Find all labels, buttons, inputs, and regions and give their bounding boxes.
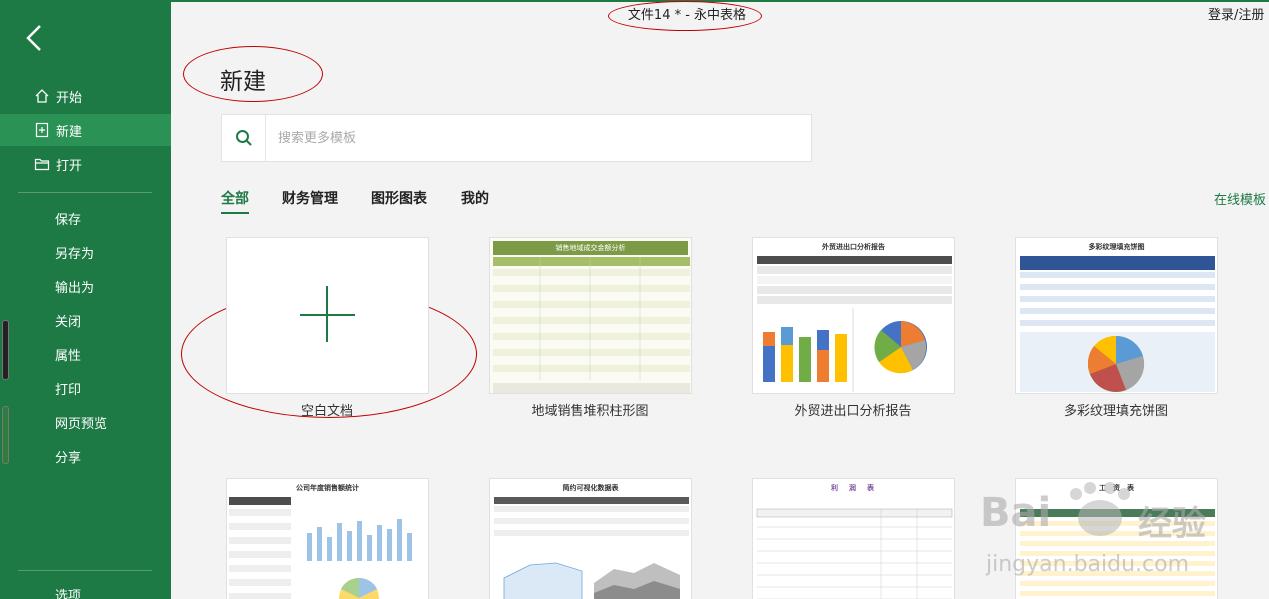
thumb-title: 简约可视化数据表: [562, 484, 619, 492]
thumbnail-payroll-image: [1020, 509, 1215, 596]
home-icon: [30, 87, 54, 105]
search-box: [221, 114, 812, 162]
template-label: 外贸进出口分析报告: [794, 404, 912, 419]
sidebar-item-label: 选项: [55, 588, 82, 599]
template-card-trade-report[interactable]: 外贸进出口分析报告: [752, 237, 955, 394]
sidebar-item-new[interactable]: 新建: [0, 114, 171, 146]
sidebar-item-label: 打印: [55, 382, 82, 398]
template-label: 地域销售堆积柱形图: [531, 404, 649, 419]
template-card-visual-data[interactable]: 简约可视化数据表: [489, 478, 692, 599]
sidebar-item-label: 关闭: [55, 314, 82, 330]
sidebar-item-label: 新建: [56, 124, 83, 140]
thumbnail-area-chart-image: [494, 497, 689, 599]
sidebar: 开始 新建 打开 保存 另存为 输出为 关闭 属性 打印 网页预览 分享 选项: [0, 0, 171, 599]
top-accent-line: [171, 0, 1269, 2]
login-link[interactable]: 登录/注册: [1208, 4, 1264, 23]
sidebar-item-label: 属性: [55, 348, 82, 364]
template-card-income-statement[interactable]: 利 润 表: [752, 478, 955, 599]
page-title: 新建: [220, 69, 266, 95]
sidebar-item-label: 打开: [56, 158, 83, 174]
thumb-title: 利 润 表: [831, 484, 876, 492]
sidebar-item-save-as[interactable]: 另存为: [0, 236, 171, 268]
sidebar-item-label: 网页预览: [55, 416, 108, 432]
tab-all[interactable]: 全部: [221, 188, 249, 214]
template-card-annual-sales[interactable]: 公司年度销售额统计: [226, 478, 429, 599]
thumb-title: 多彩纹理填充饼图: [1088, 243, 1145, 251]
scroll-handle[interactable]: [2, 320, 9, 380]
thumb-title: 公司年度销售额统计: [296, 484, 359, 492]
sidebar-divider: [18, 192, 152, 193]
sidebar-item-export[interactable]: 输出为: [0, 270, 171, 302]
folder-icon: [30, 155, 54, 173]
thumbnail-report-image: [757, 256, 952, 392]
tab-mine[interactable]: 我的: [461, 188, 489, 208]
online-templates-link[interactable]: 在线模板: [1214, 189, 1266, 208]
template-card-texture-pie[interactable]: 多彩纹理填充饼图: [1015, 237, 1218, 394]
template-card-blank[interactable]: [226, 237, 429, 394]
tab-finance[interactable]: 财务管理: [282, 188, 338, 208]
sidebar-item-label: 开始: [56, 90, 83, 106]
thumbnail-pie-image: [1020, 256, 1215, 392]
template-card-payroll[interactable]: 工 资 表: [1015, 478, 1218, 599]
template-label: 空白文档: [300, 404, 353, 419]
sidebar-item-options[interactable]: 选项: [0, 578, 171, 599]
sidebar-item-share[interactable]: 分享: [0, 440, 171, 472]
sidebar-divider: [18, 570, 152, 571]
plus-icon: [300, 286, 355, 342]
thumb-title: 工 资 表: [1099, 484, 1134, 492]
sidebar-item-save[interactable]: 保存: [0, 202, 171, 234]
sidebar-item-close[interactable]: 关闭: [0, 304, 171, 336]
thumbnail-table-image: [493, 257, 690, 393]
window-title: 文件14 * - 永中表格: [627, 8, 747, 23]
sidebar-item-label: 另存为: [55, 246, 95, 262]
sidebar-item-label: 分享: [55, 450, 82, 466]
search-icon[interactable]: [222, 115, 266, 161]
template-card-regional-sales[interactable]: 销售地域成交金额分析: [489, 237, 692, 394]
scroll-handle[interactable]: [2, 406, 9, 464]
sidebar-item-open[interactable]: 打开: [0, 148, 171, 180]
tab-charts[interactable]: 图形图表: [371, 188, 427, 208]
new-file-icon: [30, 121, 54, 139]
sidebar-item-label: 输出为: [55, 280, 95, 296]
sidebar-item-properties[interactable]: 属性: [0, 338, 171, 370]
search-input[interactable]: [278, 130, 778, 146]
back-arrow-icon[interactable]: [22, 22, 50, 54]
thumb-title: 销售地域成交金额分析: [493, 241, 688, 255]
thumb-title: 外贸进出口分析报告: [822, 243, 885, 251]
sidebar-item-label: 保存: [55, 212, 82, 228]
thumbnail-statement-image: [756, 508, 953, 599]
sidebar-item-home[interactable]: 开始: [0, 80, 171, 112]
sidebar-item-web-preview[interactable]: 网页预览: [0, 406, 171, 438]
template-label: 多彩纹理填充饼图: [1063, 404, 1168, 419]
thumbnail-bar-chart-image: [229, 497, 412, 599]
sidebar-item-print[interactable]: 打印: [0, 372, 171, 404]
